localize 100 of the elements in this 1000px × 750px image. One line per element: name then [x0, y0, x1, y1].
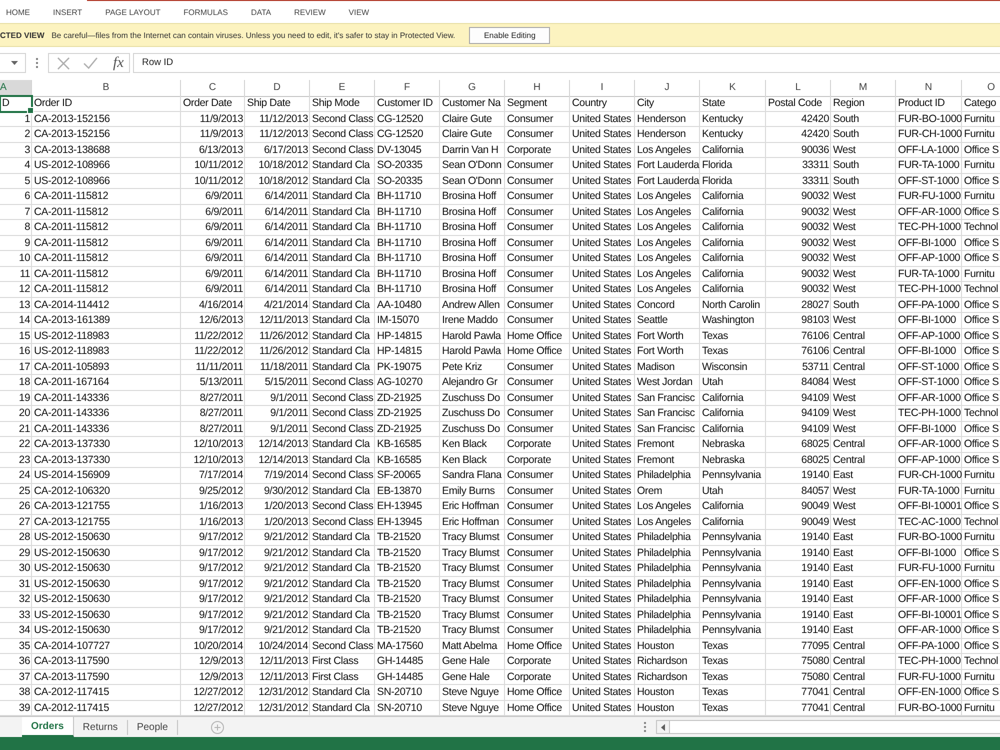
sheet-tab[interactable]: People — [128, 720, 178, 735]
column-header[interactable]: L — [766, 80, 831, 97]
table-cell: United States — [570, 127, 635, 142]
table-cell: Standard Cla — [310, 452, 375, 468]
ribbon-tab[interactable]: FORMULAS — [182, 5, 229, 20]
column-header[interactable]: F — [375, 80, 440, 97]
table-cell: Consumer — [505, 266, 570, 282]
table-cell: United States — [570, 561, 635, 576]
table-cell: MA-17560 — [375, 638, 440, 654]
column-header[interactable]: G — [440, 80, 505, 97]
table-cell: OFF-EN-1000 — [896, 685, 962, 700]
table-cell: Philadelphia — [635, 608, 700, 623]
table-cell: 11/26/2012 — [245, 328, 310, 344]
table-cell: Texas — [700, 328, 766, 344]
table-cell: United States — [570, 313, 635, 328]
add-sheet-icon[interactable] — [210, 720, 224, 734]
table-cell: Central — [831, 360, 896, 375]
table-cell: 9/17/2012 — [181, 592, 245, 608]
table-cell: Office S — [962, 375, 1000, 390]
table-cell: Brosina Hoff — [440, 282, 505, 298]
column-header[interactable]: K — [700, 80, 766, 97]
table-cell: Office S — [962, 360, 1000, 375]
sheet-tab[interactable]: Returns — [74, 720, 128, 735]
table-cell: 12/10/2013 — [181, 452, 245, 468]
column-header[interactable]: C — [181, 80, 245, 97]
ribbon-tab[interactable]: VIEW — [348, 5, 370, 20]
sheet-tab[interactable]: Orders — [22, 717, 74, 737]
table-cell: 1 — [0, 112, 32, 127]
table-cell: 90036 — [766, 142, 831, 158]
table-cell: CA-2013-137330 — [32, 452, 181, 468]
fill-handle[interactable] — [27, 106, 34, 114]
table-cell: California — [700, 499, 766, 514]
header-cell: Order Date — [181, 96, 245, 112]
table-cell: Furnitu — [962, 484, 1000, 499]
table-cell: Corporate — [505, 670, 570, 685]
protected-view-label: CTED VIEW — [0, 30, 44, 40]
table-cell: Central — [831, 685, 896, 700]
table-cell: Office S — [962, 344, 1000, 360]
table-cell: 76106 — [766, 328, 831, 344]
name-box[interactable] — [0, 53, 26, 73]
table-cell: Eric Hoffman — [440, 499, 505, 514]
table-cell: Furnitu — [962, 158, 1000, 174]
table-cell: South — [831, 112, 896, 127]
table-cell: TB-21520 — [375, 530, 440, 546]
left-arrow-icon[interactable] — [661, 724, 665, 730]
table-cell: Furnitu — [962, 112, 1000, 127]
table-cell: 33311 — [766, 158, 831, 174]
table-cell: Consumer — [505, 468, 570, 484]
table-cell: Pete Kriz — [440, 360, 505, 375]
table-cell: 12/11/2013 — [245, 654, 310, 670]
table-cell: 68025 — [766, 452, 831, 468]
table-cell: Corporate — [505, 437, 570, 452]
column-header[interactable]: D — [245, 80, 310, 97]
insert-function-button[interactable]: fx — [111, 54, 126, 72]
table-cell: Furnitu — [962, 670, 1000, 685]
table-cell: 20 — [0, 406, 32, 422]
table-cell: 12/6/2013 — [181, 313, 245, 328]
table-cell: 12/9/2013 — [181, 654, 245, 670]
header-cell: Ship Date — [245, 96, 310, 112]
table-cell: Technol — [962, 406, 1000, 422]
table-cell: Pennsylvania — [700, 468, 766, 484]
column-header[interactable]: I — [570, 80, 635, 97]
column-header[interactable]: J — [635, 80, 700, 97]
table-cell: Second Class — [310, 468, 375, 484]
enable-editing-button[interactable]: Enable Editing — [469, 26, 550, 44]
scrollbar-thumb[interactable] — [669, 721, 1000, 733]
table-cell: United States — [570, 638, 635, 654]
table-cell: United States — [570, 390, 635, 406]
table-cell: CA-2013-161389 — [32, 313, 181, 328]
ribbon-tab[interactable]: INSERT — [52, 5, 84, 20]
table-cell: OFF-BI-10001 — [896, 608, 962, 623]
column-header[interactable]: N — [896, 80, 962, 97]
header-cell: Customer Na — [440, 96, 505, 112]
table-cell: 9/21/2012 — [245, 576, 310, 592]
table-cell: 8 — [0, 220, 32, 236]
column-header[interactable]: B — [32, 80, 181, 97]
ribbon-tab[interactable]: REVIEW — [293, 5, 327, 20]
column-header[interactable]: H — [505, 80, 570, 97]
formula-field[interactable]: Row ID — [133, 53, 1000, 73]
table-cell: CA-2011-143336 — [32, 422, 181, 437]
table-cell: Central — [831, 344, 896, 360]
table-cell: 8/27/2011 — [181, 422, 245, 437]
caret-icon[interactable] — [11, 61, 18, 65]
horizontal-scrollbar[interactable] — [656, 720, 1000, 734]
ribbon-tab[interactable]: HOME — [5, 5, 31, 20]
column-header[interactable]: M — [831, 80, 896, 97]
table-cell: Standard Cla — [310, 530, 375, 546]
ribbon-tab[interactable]: DATA — [250, 5, 272, 20]
table-cell: 6/9/2011 — [181, 282, 245, 298]
check-icon[interactable] — [83, 57, 98, 69]
ribbon-tab[interactable]: PAGE LAYOUT — [104, 5, 162, 20]
table-cell: 6/14/2011 — [245, 204, 310, 220]
table-cell: 11/18/2011 — [245, 360, 310, 375]
cancel-icon[interactable] — [57, 56, 70, 70]
table-cell: 90032 — [766, 204, 831, 220]
column-header[interactable]: O — [962, 80, 1000, 97]
table-cell: West — [831, 220, 896, 236]
table-cell: FUR-FU-1000 — [896, 561, 962, 576]
column-header[interactable]: E — [310, 80, 375, 97]
table-cell: 5 — [0, 174, 32, 189]
